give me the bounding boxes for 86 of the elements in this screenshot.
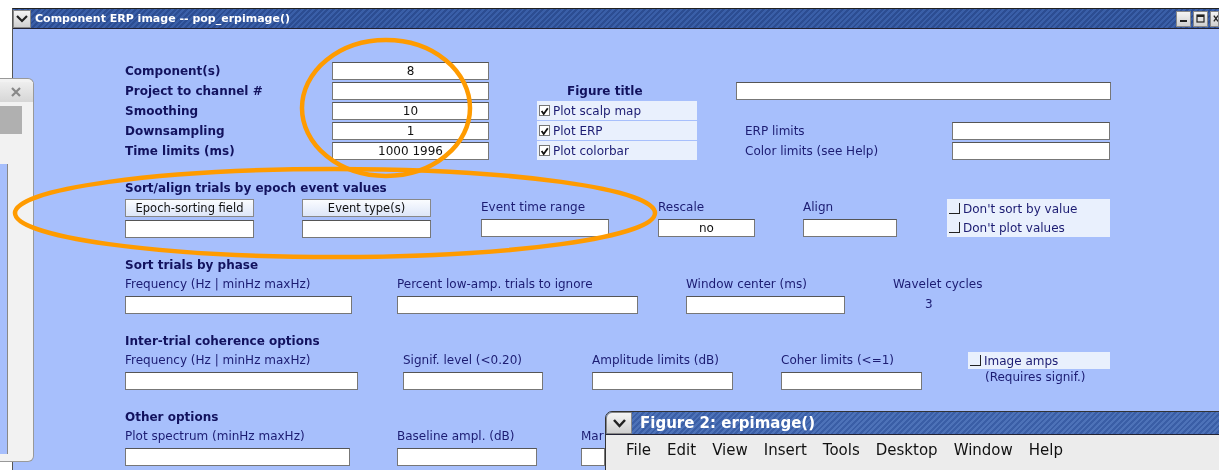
window-title: Figure 2: erpimage() [640,414,816,432]
field-label: Coher limits (<=1) [781,352,895,369]
input-field[interactable] [952,142,1110,160]
menu-item[interactable]: Edit [661,441,707,459]
section-title: Sort/align trials by epoch event values [125,181,387,195]
field-button[interactable]: Event type(s) [302,199,431,217]
input-field[interactable] [736,82,1111,100]
input-field[interactable] [332,82,489,100]
checkbox-label: Plot colorbar [553,143,629,158]
field-label: Color limits (see Help) [745,144,880,158]
menu-item[interactable]: View [706,441,758,459]
field-label: Smoothing [125,104,200,118]
field-label: Figure title [566,84,644,98]
checkbox-label: Plot ERP [553,123,603,138]
checkbox-label: Plot scalp map [553,103,642,118]
field-label: Frequency (Hz | minHz maxHz) [125,352,311,369]
input-field[interactable] [397,296,638,314]
field-label: Time limits (ms) [125,144,236,158]
field-button[interactable]: Epoch-sorting field [125,199,254,217]
field-label: ERP limits [745,124,806,138]
menu-item[interactable]: Insert [757,441,817,459]
input-field[interactable] [686,296,845,314]
input-field[interactable] [803,219,897,237]
field-label: Signif. level (<0.20) [403,352,522,369]
window-title: Component ERP image -- pop_erpimage() [35,12,290,25]
checkbox[interactable] [949,203,960,214]
input-field[interactable] [125,296,352,314]
field-label: Rescale [658,199,705,216]
input-field[interactable] [397,448,537,466]
input-field[interactable] [781,372,922,390]
checkbox-label: Don't plot values [963,220,1065,235]
input-field[interactable] [302,220,431,238]
input-field[interactable] [125,372,358,390]
field-label: Frequency (Hz | minHz maxHz) [125,276,311,293]
input-field[interactable]: 1000 1996 [332,142,489,160]
close-icon[interactable] [11,87,21,97]
section-title: Sort trials by phase [125,258,259,272]
field-label: Component(s) [125,64,222,78]
input-field[interactable]: no [658,219,755,237]
checkbox[interactable] [970,355,981,366]
input-field[interactable] [952,122,1110,140]
field-label: Downsampling [125,124,226,138]
field-label: Mar [581,428,604,445]
checkbox-label: Image amps [984,353,1059,368]
checkbox[interactable] [949,222,960,233]
close-icon [1213,14,1218,23]
input-field[interactable] [592,372,733,390]
window-menu-button[interactable] [606,412,632,434]
input-field[interactable] [481,219,609,237]
menu-item[interactable]: Tools [816,441,870,459]
field-label: Event time range [481,199,585,216]
input-field[interactable] [403,372,543,390]
window-menu-button[interactable] [13,9,31,28]
field-label: Align [803,199,834,216]
checkbox-label: Don't sort by value [963,201,1078,216]
checkbox[interactable] [539,125,550,136]
field-label: Window center (ms) [686,276,807,293]
field-label: Amplitude limits (dB) [592,352,719,369]
checkbox[interactable] [539,145,550,156]
chevron-icon [612,418,626,428]
section-title: Other options [125,410,219,424]
close-button[interactable] [1210,10,1219,27]
chevron-icon [16,14,28,23]
side-panel [0,106,22,134]
section-title: Inter-trial coherence options [125,334,320,348]
input-field[interactable] [125,220,254,238]
value-text: 3 [925,297,933,311]
maximize-button[interactable] [1193,10,1208,27]
minimize-button[interactable] [1176,10,1191,27]
field-label: Plot spectrum (minHz maxHz) [125,428,305,445]
field-label: Project to channel # [125,84,264,98]
field-label: Percent low-amp. trials to ignore [397,276,593,293]
input-field[interactable]: 1 [332,122,489,140]
input-field[interactable]: 8 [332,62,489,80]
field-label: Wavelet cycles [893,276,983,293]
input-field[interactable] [581,448,605,466]
menu-item[interactable]: File [620,441,662,459]
checkbox[interactable] [539,105,550,116]
field-label: Baseline ampl. (dB) [397,428,515,445]
input-field[interactable] [125,448,350,466]
maximize-icon [1196,14,1205,23]
input-field[interactable]: 10 [332,102,489,120]
menu-item[interactable]: Help [1022,441,1073,459]
menu-item[interactable]: Desktop [869,441,948,459]
note-text: (Requires signif.) [985,370,1086,384]
menu-item[interactable]: Window [947,441,1023,459]
